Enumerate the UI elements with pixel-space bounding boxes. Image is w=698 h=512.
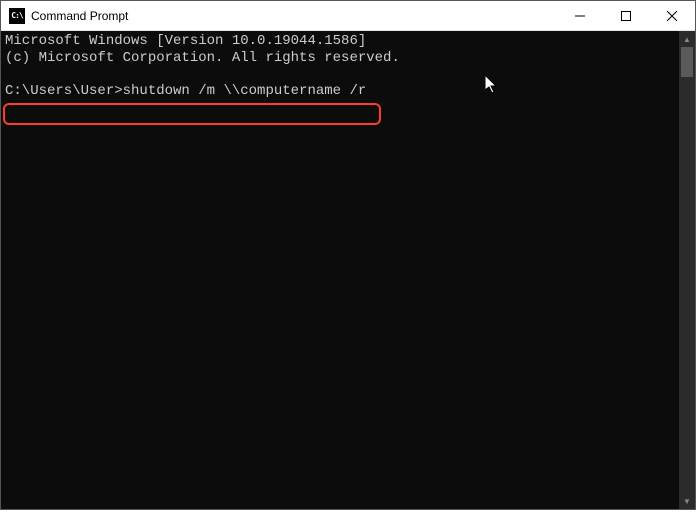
scroll-track[interactable] <box>679 47 695 493</box>
titlebar[interactable]: C:\ Command Prompt <box>1 1 695 31</box>
minimize-button[interactable] <box>557 1 603 30</box>
window-controls <box>557 1 695 30</box>
output-line-version: Microsoft Windows [Version 10.0.19044.15… <box>5 33 366 49</box>
maximize-icon <box>621 11 631 21</box>
typed-command: shutdown /m \\computername /r <box>123 83 367 99</box>
vertical-scrollbar[interactable]: ▲ ▼ <box>679 31 695 509</box>
prompt-path: C:\Users\User> <box>5 83 123 99</box>
terminal-area: Microsoft Windows [Version 10.0.19044.15… <box>1 31 695 509</box>
scroll-up-arrow-icon[interactable]: ▲ <box>679 31 695 47</box>
terminal-output[interactable]: Microsoft Windows [Version 10.0.19044.15… <box>1 31 679 509</box>
window-title: Command Prompt <box>31 9 557 23</box>
close-button[interactable] <box>649 1 695 30</box>
scroll-thumb[interactable] <box>681 47 693 77</box>
command-prompt-window: C:\ Command Prompt Microsoft Windows [Ve… <box>0 0 696 510</box>
cmd-icon: C:\ <box>9 8 25 24</box>
minimize-icon <box>575 11 585 21</box>
output-line-copyright: (c) Microsoft Corporation. All rights re… <box>5 50 400 66</box>
close-icon <box>667 11 677 21</box>
maximize-button[interactable] <box>603 1 649 30</box>
scroll-down-arrow-icon[interactable]: ▼ <box>679 493 695 509</box>
